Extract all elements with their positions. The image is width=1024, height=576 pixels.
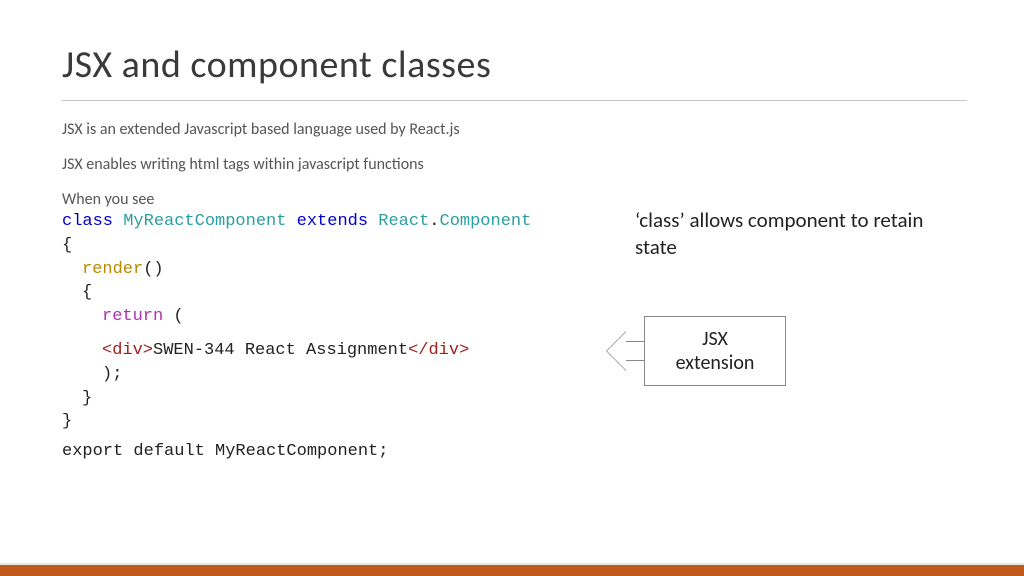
dot: . [429, 212, 439, 231]
callout-box: JSX extension [644, 316, 786, 386]
render-fn: render [82, 260, 143, 279]
component-ident: Component [440, 212, 532, 231]
code-line: ); [102, 363, 531, 387]
render-parens: () [143, 260, 163, 279]
keyword-return: return [102, 307, 163, 326]
slide-title: JSX and component classes [62, 42, 491, 88]
code-line: } [82, 387, 531, 411]
code-line-jsx: <div>SWEN-344 React Assignment</div> [102, 339, 531, 363]
code-line: class MyReactComponent extends React.Com… [62, 210, 531, 234]
slide: JSX and component classes JSX is an exte… [0, 0, 1024, 576]
class-name: MyReactComponent [123, 212, 286, 231]
keyword-extends: extends [297, 212, 368, 231]
div-text: SWEN-344 React Assignment [153, 341, 408, 360]
paragraph-1: JSX is an extended Javascript based lang… [62, 120, 460, 139]
code-line: { [82, 281, 531, 305]
code-line: } [62, 410, 531, 434]
code-line: return ( [102, 305, 531, 329]
div-close-tag: </div> [408, 341, 469, 360]
paragraph-3: When you see [62, 190, 154, 209]
arrow-callout-jsx: JSX extension [608, 316, 786, 386]
return-paren: ( [163, 307, 183, 326]
annotation-class-state: ‘class’ allows component to retain state [635, 207, 955, 262]
paragraph-2: JSX enables writing html tags within jav… [62, 155, 424, 174]
callout-line1: JSX [702, 327, 728, 351]
arrow-stem [626, 341, 645, 361]
export-line: export default MyReactComponent; [62, 442, 388, 461]
title-divider [62, 100, 967, 101]
callout-line2: extension [676, 351, 755, 375]
footer-bar [0, 565, 1024, 576]
react-ident: React [378, 212, 429, 231]
code-line: render() [82, 258, 531, 282]
code-line: { [62, 234, 531, 258]
keyword-class: class [62, 212, 113, 231]
div-open-tag: <div> [102, 341, 153, 360]
code-block: class MyReactComponent extends React.Com… [62, 210, 531, 434]
arrow-left-icon [606, 331, 626, 371]
